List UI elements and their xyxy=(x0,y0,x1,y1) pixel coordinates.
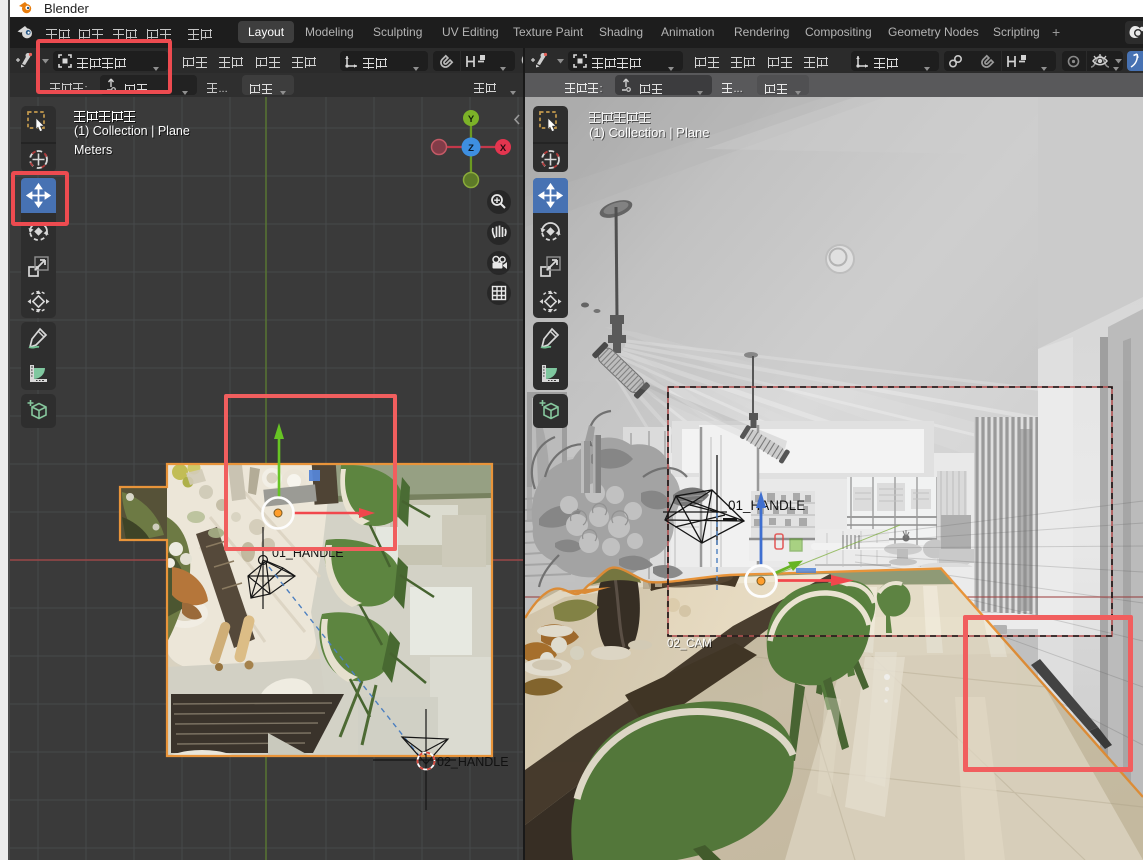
svg-text:01_HANDLE: 01_HANDLE xyxy=(728,498,805,513)
svg-text:Z: Z xyxy=(468,143,474,154)
svg-text:Y: Y xyxy=(468,114,475,125)
svg-text:02_HANDLE: 02_HANDLE xyxy=(437,755,509,769)
svg-text:X: X xyxy=(500,143,507,154)
